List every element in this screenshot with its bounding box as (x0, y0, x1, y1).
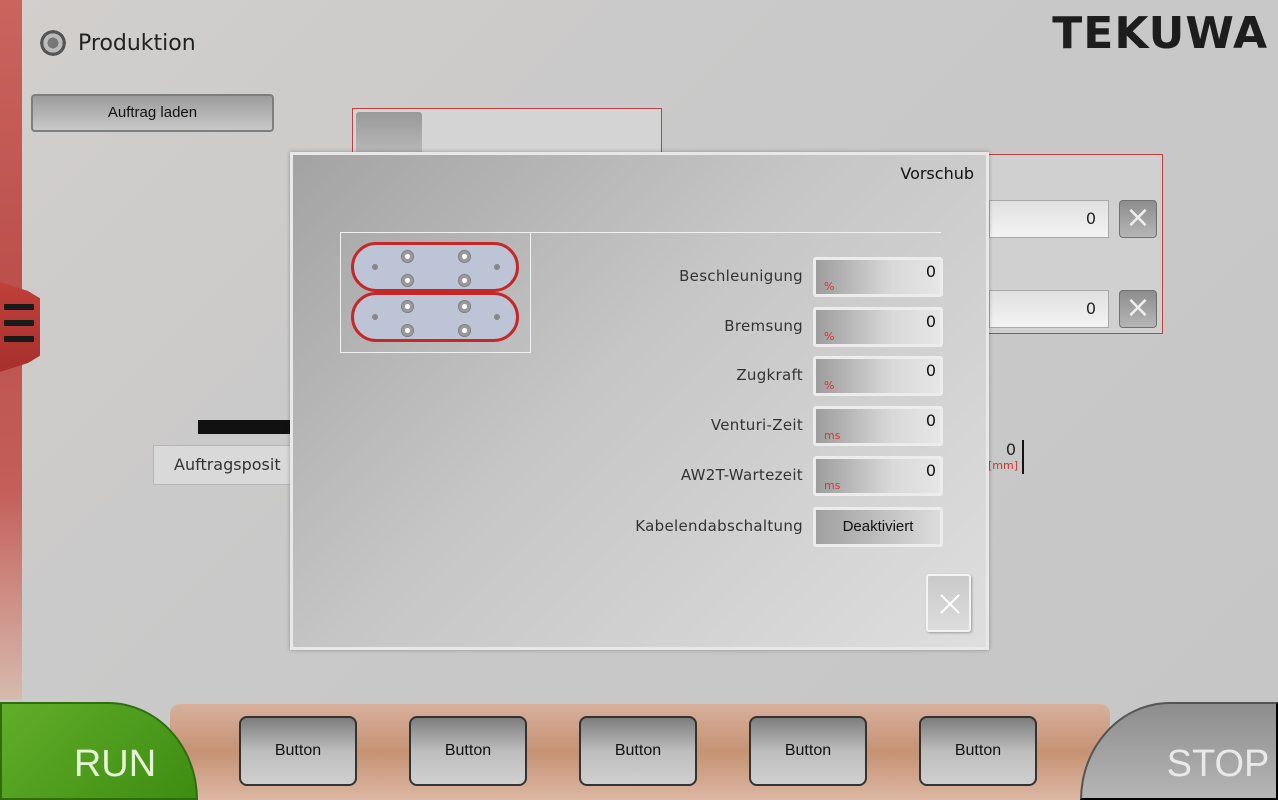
setting-row-cable-end: Kabelendabschaltung Deaktiviert (613, 507, 943, 547)
page-title: Produktion (78, 30, 196, 56)
toolbar-button-1[interactable]: Button (239, 716, 357, 786)
roller-top (351, 242, 519, 292)
run-button[interactable]: RUN (0, 702, 198, 800)
setting-row-acceleration: Beschleunigung 0% (613, 257, 943, 297)
menu-bar-icon (4, 336, 34, 342)
tension-input[interactable]: 0% (813, 356, 943, 396)
roller-bottom (351, 292, 519, 342)
acceleration-input[interactable]: 0% (813, 257, 943, 297)
close-icon[interactable]: × (1119, 290, 1157, 328)
toolbar-button-3[interactable]: Button (579, 716, 697, 786)
dialog-title: Vorschub (900, 164, 974, 183)
aw2t-wait-input[interactable]: 0 ms (813, 456, 943, 496)
close-icon[interactable]: × (1119, 200, 1157, 238)
venturi-time-input[interactable]: 0 ms (813, 406, 943, 446)
setting-row-tension: Zugkraft 0% (613, 356, 943, 396)
dialog-close-icon[interactable] (926, 574, 971, 632)
progress-bar (198, 420, 298, 434)
background-field-panel: 0 × 0 × (984, 154, 1163, 334)
background-value-field[interactable]: 0 (989, 290, 1109, 328)
app-header: Produktion (38, 28, 196, 58)
menu-bar-icon (4, 304, 34, 310)
setting-row-aw2t-wait: AW2T-Wartezeit 0 ms (613, 456, 943, 496)
cable-end-toggle[interactable]: Deaktiviert (813, 507, 943, 547)
brand-logo: TEKUWA (1052, 8, 1268, 59)
position-readout: 0 [mm] (988, 440, 1024, 474)
background-value-field[interactable]: 0 (989, 200, 1109, 238)
setting-row-venturi-time: Venturi-Zeit 0 ms (613, 406, 943, 446)
side-menu-button[interactable] (0, 282, 40, 372)
toolbar-button-4[interactable]: Button (749, 716, 867, 786)
gear-icon (38, 28, 68, 58)
toolbar-button-5[interactable]: Button (919, 716, 1037, 786)
background-panel (352, 108, 662, 158)
setting-row-braking: Bremsung 0% (613, 307, 943, 347)
feed-dialog: Vorschub Beschleunigung 0% Bremsung 0% Z… (290, 152, 989, 650)
divider (528, 232, 941, 233)
feed-rollers-diagram (340, 232, 531, 353)
menu-bar-icon (4, 320, 34, 326)
toolbar-button-2[interactable]: Button (409, 716, 527, 786)
load-order-button[interactable]: Auftrag laden (31, 94, 274, 132)
order-position-label: Auftragsposit (153, 445, 298, 485)
braking-input[interactable]: 0% (813, 307, 943, 347)
